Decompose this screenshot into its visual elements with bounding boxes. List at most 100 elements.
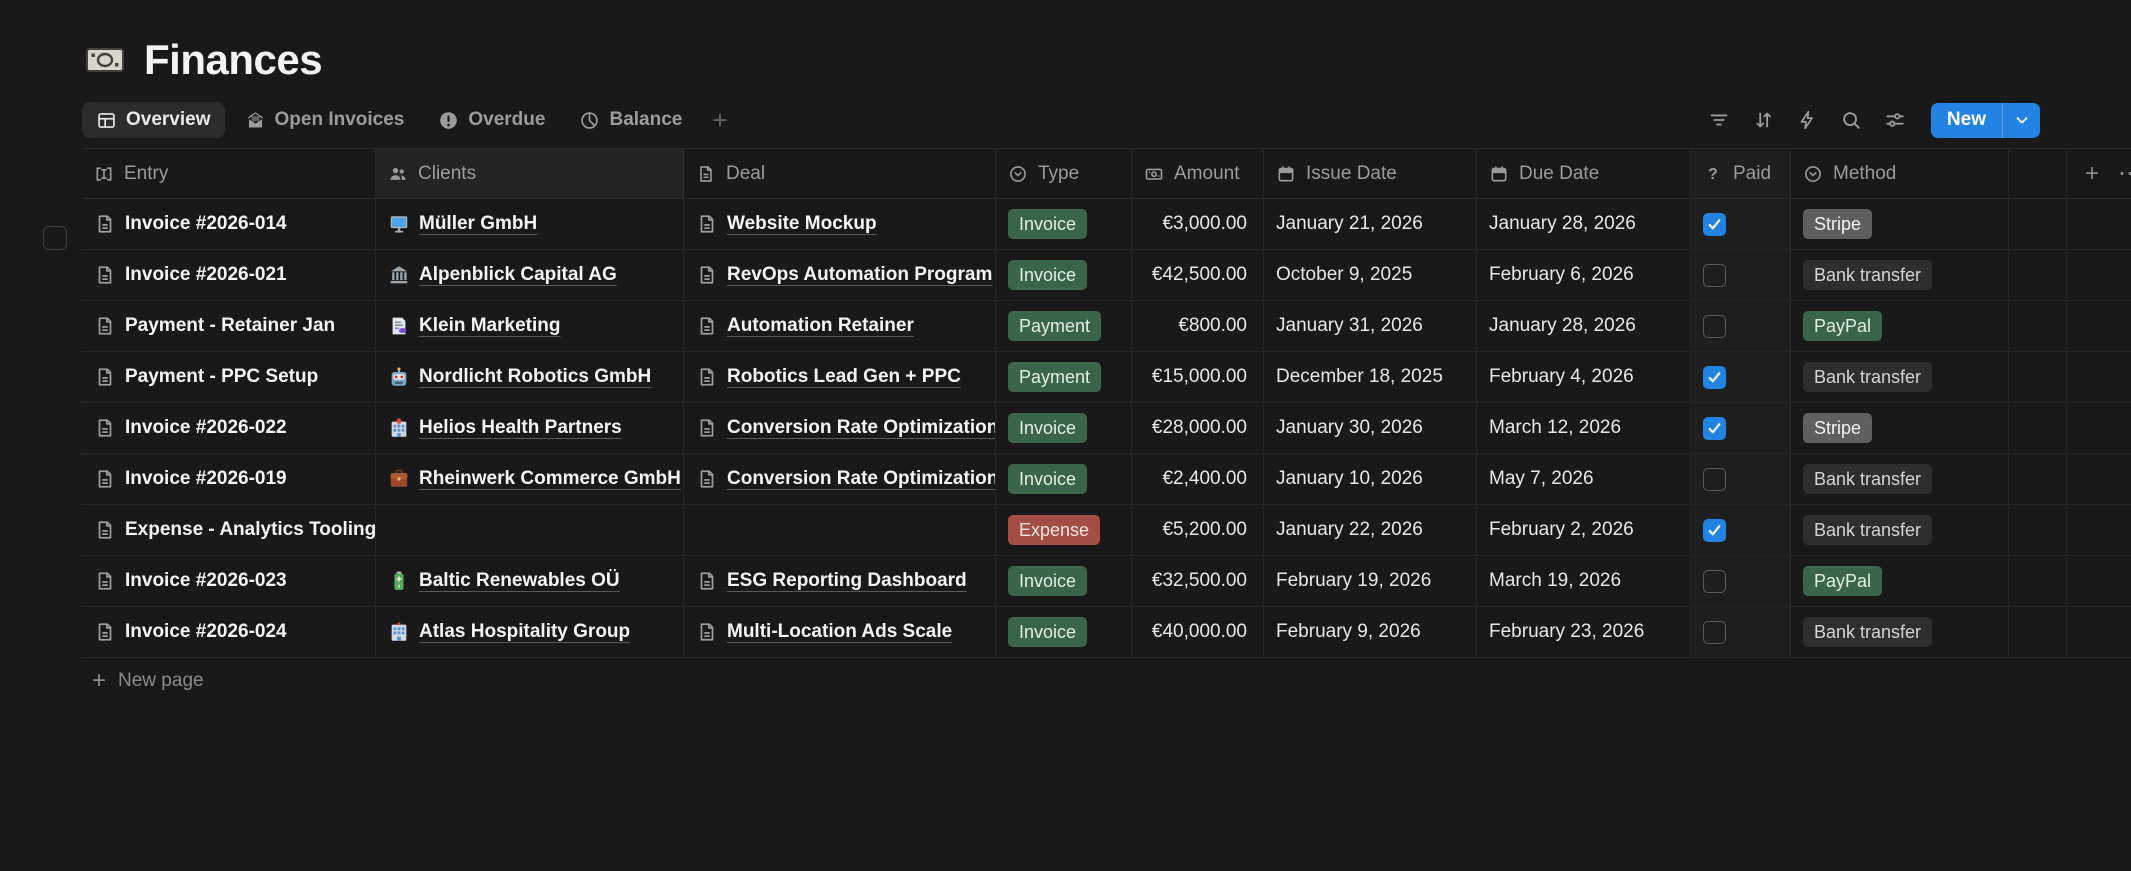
cell-entry[interactable]: Expense - Analytics Tooling xyxy=(82,505,376,555)
paid-checkbox[interactable] xyxy=(1703,263,1726,287)
cell-due-date[interactable]: May 7, 2026 xyxy=(1477,454,1691,504)
cell-type[interactable]: Payment xyxy=(996,301,1132,351)
cell-paid[interactable] xyxy=(1691,505,1791,555)
cell-type[interactable]: Invoice xyxy=(996,454,1132,504)
cell-amount[interactable]: €2,400.00 xyxy=(1132,454,1264,504)
cell-method[interactable]: Bank transfer xyxy=(1791,454,2009,504)
cell-deal[interactable]: Multi-Location Ads Scale xyxy=(684,607,996,657)
cell-amount[interactable]: €32,500.00 xyxy=(1132,556,1264,606)
cell-paid[interactable] xyxy=(1691,352,1791,402)
cell-due-date[interactable]: February 23, 2026 xyxy=(1477,607,1691,657)
cell-type[interactable]: Invoice xyxy=(996,403,1132,453)
cell-type[interactable]: Payment xyxy=(996,352,1132,402)
paid-checkbox[interactable] xyxy=(1703,212,1726,236)
cell-entry[interactable]: Invoice #2026-022 xyxy=(82,403,376,453)
cell-entry[interactable]: Invoice #2026-019 xyxy=(82,454,376,504)
cell-deal[interactable]: Automation Retainer xyxy=(684,301,996,351)
paid-checkbox[interactable] xyxy=(1703,365,1726,389)
banknote-emoji-icon[interactable] xyxy=(82,37,128,83)
cell-entry[interactable]: Invoice #2026-024 xyxy=(82,607,376,657)
column-header-deal[interactable]: Deal xyxy=(684,149,996,198)
cell-type[interactable]: Expense xyxy=(996,505,1132,555)
cell-issue-date[interactable]: October 9, 2025 xyxy=(1264,250,1477,300)
bolt-button[interactable] xyxy=(1789,103,1825,137)
cell-deal[interactable]: Conversion Rate Optimization xyxy=(684,403,996,453)
new-button-dropdown[interactable] xyxy=(2002,102,2040,138)
cell-method[interactable]: PayPal xyxy=(1791,301,2009,351)
cell-client[interactable]: Müller GmbH xyxy=(376,199,684,249)
cell-type[interactable]: Invoice xyxy=(996,199,1132,249)
cell-issue-date[interactable]: January 22, 2026 xyxy=(1264,505,1477,555)
new-button[interactable]: New xyxy=(1930,102,2040,138)
cell-deal[interactable]: ESG Reporting Dashboard xyxy=(684,556,996,606)
paid-checkbox[interactable] xyxy=(1703,416,1726,440)
cell-issue-date[interactable]: January 10, 2026 xyxy=(1264,454,1477,504)
tab-open-invoices[interactable]: Open Invoices xyxy=(231,102,419,138)
cell-due-date[interactable]: March 12, 2026 xyxy=(1477,403,1691,453)
cell-due-date[interactable]: January 28, 2026 xyxy=(1477,301,1691,351)
cell-paid[interactable] xyxy=(1691,556,1791,606)
cell-paid[interactable] xyxy=(1691,199,1791,249)
cell-deal[interactable]: RevOps Automation Program xyxy=(684,250,996,300)
cell-issue-date[interactable]: February 19, 2026 xyxy=(1264,556,1477,606)
cell-client[interactable]: Baltic Renewables OÜ xyxy=(376,556,684,606)
tab-overdue[interactable]: Overdue xyxy=(424,102,559,138)
filter-button[interactable] xyxy=(1701,103,1737,137)
new-button-label[interactable]: New xyxy=(1931,103,2002,138)
cell-paid[interactable] xyxy=(1691,454,1791,504)
cell-client[interactable] xyxy=(376,505,684,555)
cell-client[interactable]: Helios Health Partners xyxy=(376,403,684,453)
add-view-button[interactable]: + xyxy=(702,107,737,133)
cell-amount[interactable]: €42,500.00 xyxy=(1132,250,1264,300)
cell-due-date[interactable]: February 2, 2026 xyxy=(1477,505,1691,555)
cell-method[interactable]: Bank transfer xyxy=(1791,250,2009,300)
cell-entry[interactable]: Invoice #2026-023 xyxy=(82,556,376,606)
paid-checkbox[interactable] xyxy=(1703,314,1726,338)
column-header-method[interactable]: Method xyxy=(1791,149,2009,198)
cell-issue-date[interactable]: February 9, 2026 xyxy=(1264,607,1477,657)
cell-type[interactable]: Invoice xyxy=(996,250,1132,300)
cell-amount[interactable]: €28,000.00 xyxy=(1132,403,1264,453)
column-header-client[interactable]: Clients xyxy=(376,149,684,198)
sliders-button[interactable] xyxy=(1877,103,1913,137)
search-button[interactable] xyxy=(1833,103,1869,137)
column-header-issue[interactable]: Issue Date xyxy=(1264,149,1477,198)
paid-checkbox[interactable] xyxy=(1703,569,1726,593)
cell-deal[interactable] xyxy=(684,505,996,555)
cell-amount[interactable]: €40,000.00 xyxy=(1132,607,1264,657)
cell-method[interactable]: Stripe xyxy=(1791,403,2009,453)
column-header-amount[interactable]: Amount xyxy=(1132,149,1264,198)
sort-button[interactable] xyxy=(1745,103,1781,137)
cell-entry[interactable]: Invoice #2026-014 xyxy=(82,199,376,249)
cell-issue-date[interactable]: January 31, 2026 xyxy=(1264,301,1477,351)
cell-due-date[interactable]: January 28, 2026 xyxy=(1477,199,1691,249)
cell-method[interactable]: Bank transfer xyxy=(1791,607,2009,657)
cell-client[interactable]: Rheinwerk Commerce GmbH xyxy=(376,454,684,504)
cell-issue-date[interactable]: January 21, 2026 xyxy=(1264,199,1477,249)
column-header-due[interactable]: Due Date xyxy=(1477,149,1691,198)
cell-amount[interactable]: €5,200.00 xyxy=(1132,505,1264,555)
column-header-paid[interactable]: ? Paid xyxy=(1691,149,1791,198)
cell-client[interactable]: Alpenblick Capital AG xyxy=(376,250,684,300)
cell-method[interactable]: Bank transfer xyxy=(1791,352,2009,402)
cell-paid[interactable] xyxy=(1691,607,1791,657)
table-options-button[interactable]: ⋯ xyxy=(2113,157,2131,191)
cell-deal[interactable]: Website Mockup xyxy=(684,199,996,249)
cell-client[interactable]: Klein Marketing xyxy=(376,301,684,351)
cell-paid[interactable] xyxy=(1691,250,1791,300)
column-header-type[interactable]: Type xyxy=(996,149,1132,198)
cell-amount[interactable]: €800.00 xyxy=(1132,301,1264,351)
tab-overview[interactable]: Overview xyxy=(82,102,225,138)
cell-type[interactable]: Invoice xyxy=(996,607,1132,657)
cell-due-date[interactable]: March 19, 2026 xyxy=(1477,556,1691,606)
paid-checkbox[interactable] xyxy=(1703,620,1726,644)
new-page-button[interactable]: + New page xyxy=(82,658,2131,704)
cell-entry[interactable]: Payment - Retainer Jan xyxy=(82,301,376,351)
add-column-button[interactable]: + xyxy=(2075,157,2109,191)
cell-method[interactable]: Stripe xyxy=(1791,199,2009,249)
cell-client[interactable]: Nordlicht Robotics GmbH xyxy=(376,352,684,402)
tab-balance[interactable]: Balance xyxy=(565,102,696,138)
row-select-checkbox[interactable] xyxy=(43,226,67,250)
cell-due-date[interactable]: February 4, 2026 xyxy=(1477,352,1691,402)
cell-due-date[interactable]: February 6, 2026 xyxy=(1477,250,1691,300)
